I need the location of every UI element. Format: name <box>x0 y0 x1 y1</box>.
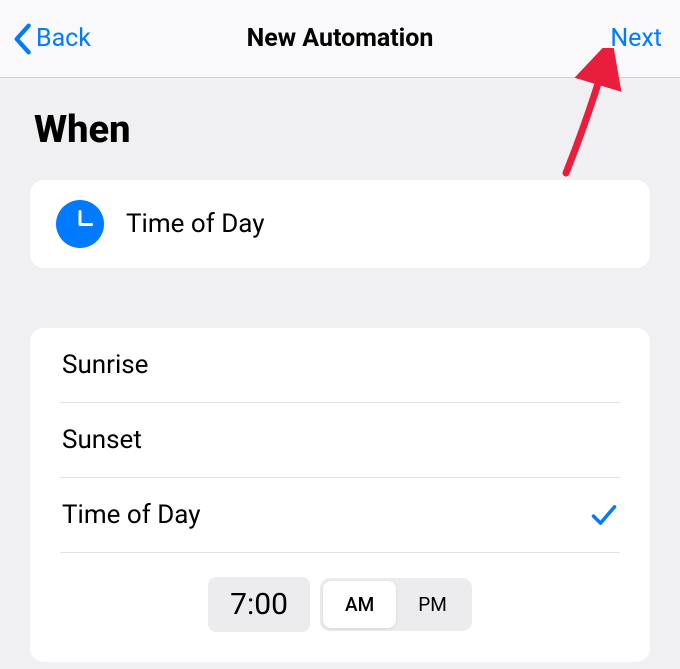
time-value[interactable]: 7:00 <box>208 577 310 632</box>
summary-row[interactable]: Time of Day <box>30 180 650 268</box>
back-button[interactable]: Back <box>12 23 91 55</box>
ampm-segmented-control[interactable]: AM PM <box>320 578 472 631</box>
chevron-left-icon <box>12 23 32 55</box>
option-sunset[interactable]: Sunset <box>60 403 620 478</box>
summary-label: Time of Day <box>126 209 265 239</box>
time-picker: 7:00 AM PM <box>60 553 620 662</box>
ampm-am[interactable]: AM <box>323 581 396 628</box>
clock-icon <box>56 200 104 248</box>
next-button[interactable]: Next <box>610 24 662 53</box>
navigation-bar: Back New Automation Next <box>0 0 680 78</box>
option-time-of-day[interactable]: Time of Day <box>60 478 620 553</box>
option-label: Sunset <box>62 425 142 455</box>
options-card: Sunrise Sunset Time of Day 7:00 AM PM <box>30 328 650 662</box>
section-header-when: When <box>30 108 650 152</box>
page-title: New Automation <box>247 24 434 53</box>
content-area: When Time of Day Sunrise Sunset Time of … <box>0 78 680 662</box>
summary-card: Time of Day <box>30 180 650 268</box>
ampm-pm[interactable]: PM <box>396 581 469 628</box>
option-label: Time of Day <box>62 500 201 530</box>
back-label: Back <box>36 24 91 53</box>
option-label: Sunrise <box>62 350 148 380</box>
checkmark-icon <box>590 501 618 529</box>
option-sunrise[interactable]: Sunrise <box>60 328 620 403</box>
